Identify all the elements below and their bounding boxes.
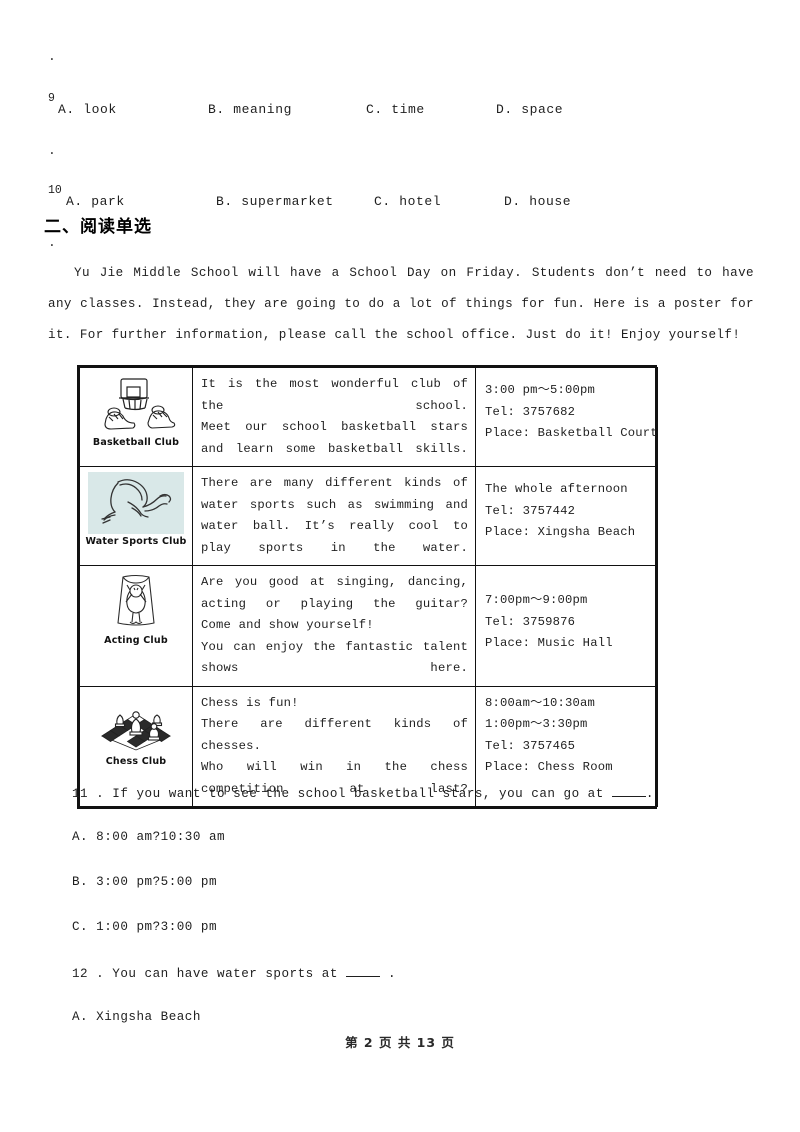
- option-9-c[interactable]: C. time: [366, 102, 496, 117]
- club-name-basketball: Basketball Club: [92, 437, 180, 448]
- option-9-d[interactable]: D. space: [496, 102, 563, 117]
- question-12-stem-end: .: [388, 967, 397, 981]
- club-info-line: 7:00pm〜9:00pm: [485, 593, 588, 607]
- option-9-a[interactable]: A. look: [58, 102, 208, 117]
- option-10-d[interactable]: D. house: [504, 194, 571, 209]
- club-icon-cell-acting: Acting Club: [79, 565, 193, 687]
- club-desc-line: There are many different kinds of water …: [201, 476, 468, 555]
- question-11-choice-c[interactable]: C. 1:00 pm?3:00 pm: [72, 920, 762, 934]
- club-info-line: Tel: 3759876: [485, 614, 576, 629]
- reading-passage: Yu Jie Middle School will have a School …: [48, 258, 754, 351]
- question-11-choice-a[interactable]: A. 8:00 am?10:30 am: [72, 830, 762, 844]
- question-11-stem: 11 . If you want to see the school baske…: [72, 785, 762, 801]
- club-info-cell-water-sports: The whole afternoon Tel: 3757442 Place: …: [475, 466, 658, 566]
- answer-blank[interactable]: [611, 785, 646, 797]
- club-desc-line: It is the most wonderful club of the sch…: [201, 377, 468, 413]
- question-12-stem: 12 . You can have water sports at .: [72, 965, 762, 981]
- club-info-line: Place: Xingsha Beach: [485, 525, 636, 539]
- option-10-b[interactable]: B. supermarket: [216, 194, 374, 209]
- question-11-stem-end: .: [645, 787, 654, 801]
- question-number-10: 10: [48, 184, 62, 197]
- club-info-line: Tel: 3757465: [485, 738, 576, 753]
- club-desc-line: There are different kinds of chesses.: [201, 717, 468, 753]
- club-desc-line: Meet our school basketball stars and lea…: [201, 420, 468, 456]
- table-row: Water Sports Club There are many differe…: [79, 466, 658, 566]
- club-description-cell-water-sports: There are many different kinds of water …: [192, 466, 476, 566]
- club-info-line: 1:00pm〜3:30pm: [485, 717, 588, 731]
- reading-question-11: 11 . If you want to see the school baske…: [72, 785, 762, 801]
- stray-dot-top: .: [48, 49, 56, 64]
- question-number-9: 9: [48, 92, 55, 105]
- club-name-acting: Acting Club: [104, 635, 168, 646]
- club-info-cell-basketball: 3:00 pm〜5:00pm Tel: 3757682 Place: Baske…: [475, 367, 658, 467]
- performer-costume-icon: [117, 574, 155, 626]
- chessboard-icon: [101, 710, 171, 750]
- club-description-cell-basketball: It is the most wonderful club of the sch…: [192, 367, 476, 467]
- basketball-hoop-icon: [104, 378, 176, 430]
- club-info-line: Tel: 3757682: [485, 404, 576, 419]
- club-icon-cell-water-sports: Water Sports Club: [79, 466, 193, 566]
- document-page: . 9 A. look B. meaning C. time D. space . 1…: [0, 0, 800, 1132]
- table-row: Basketball Club It is the most wonderful…: [79, 367, 658, 467]
- question-12-choice-a[interactable]: A. Xingsha Beach: [72, 1010, 762, 1024]
- diver-swimmer-icon: [88, 472, 184, 534]
- club-name-chess: Chess Club: [105, 755, 167, 767]
- choice-label: A. Xingsha Beach: [72, 1010, 201, 1024]
- club-description-cell-acting: Are you good at singing, dancing, acting…: [192, 565, 476, 687]
- answer-blank[interactable]: [345, 965, 380, 977]
- passage-text: Yu Jie Middle School will have a School …: [48, 266, 754, 342]
- reading-question-12: 12 . You can have water sports at .: [72, 965, 762, 981]
- question-11-choice-b[interactable]: B. 3:00 pm?5:00 pm: [72, 875, 762, 889]
- question-9-options: A. look B. meaning C. time D. space: [58, 102, 758, 117]
- club-info-line: 8:00am〜10:30am: [485, 695, 596, 710]
- table-row: Acting Club Are you good at singing, dan…: [79, 565, 658, 687]
- question-10-options: A. park B. supermarket C. hotel D. house: [66, 194, 766, 209]
- club-icon-cell-basketball: Basketball Club: [79, 367, 193, 467]
- stray-dot-after-10: .: [48, 235, 56, 250]
- club-info-line: 3:00 pm〜5:00pm: [485, 383, 596, 397]
- stray-dot-after-9: .: [48, 143, 56, 158]
- club-info-cell-acting: 7:00pm〜9:00pm Tel: 3759876 Place: Music …: [475, 565, 658, 687]
- club-desc-line: Chess is fun!: [201, 695, 299, 710]
- club-desc-line: Are you good at singing, dancing, acting…: [201, 575, 468, 611]
- question-12-stem-text: 12 . You can have water sports at: [72, 967, 338, 981]
- section-heading: 二、阅读单选: [44, 217, 152, 237]
- club-desc-line: You can enjoy the fantastic talent shows…: [201, 639, 468, 676]
- question-row-9: 9 A. look B. meaning C. time D. space: [48, 92, 754, 138]
- choice-label: C. 1:00 pm?3:00 pm: [72, 920, 218, 934]
- option-10-a[interactable]: A. park: [66, 194, 216, 209]
- choice-label: A. 8:00 am?10:30 am: [72, 830, 226, 844]
- question-11-stem-text: 11 . If you want to see the school baske…: [72, 787, 604, 801]
- club-desc-line: Come and show yourself!: [201, 618, 374, 632]
- club-poster-table: Basketball Club It is the most wonderful…: [77, 365, 658, 809]
- club-info-line: Place: Basketball Court: [485, 426, 658, 440]
- choice-label: B. 3:00 pm?5:00 pm: [72, 875, 218, 889]
- option-9-b[interactable]: B. meaning: [208, 102, 366, 117]
- option-10-c[interactable]: C. hotel: [374, 194, 504, 209]
- top-questions-block: . 9 A. look B. meaning C. time D. space . 1…: [48, 49, 754, 250]
- page-footer: 第 2 页 共 13 页: [345, 1035, 455, 1050]
- club-info-line: Place: Chess Room: [485, 760, 613, 774]
- club-info-line: Place: Music Hall: [485, 636, 613, 650]
- club-info-line: Tel: 3757442: [485, 503, 576, 518]
- club-name-water-sports: Water Sports Club: [85, 536, 187, 547]
- question-row-10: 10 A. park B. supermarket C. hotel D. house: [48, 184, 754, 230]
- club-info-line: The whole afternoon: [485, 482, 628, 496]
